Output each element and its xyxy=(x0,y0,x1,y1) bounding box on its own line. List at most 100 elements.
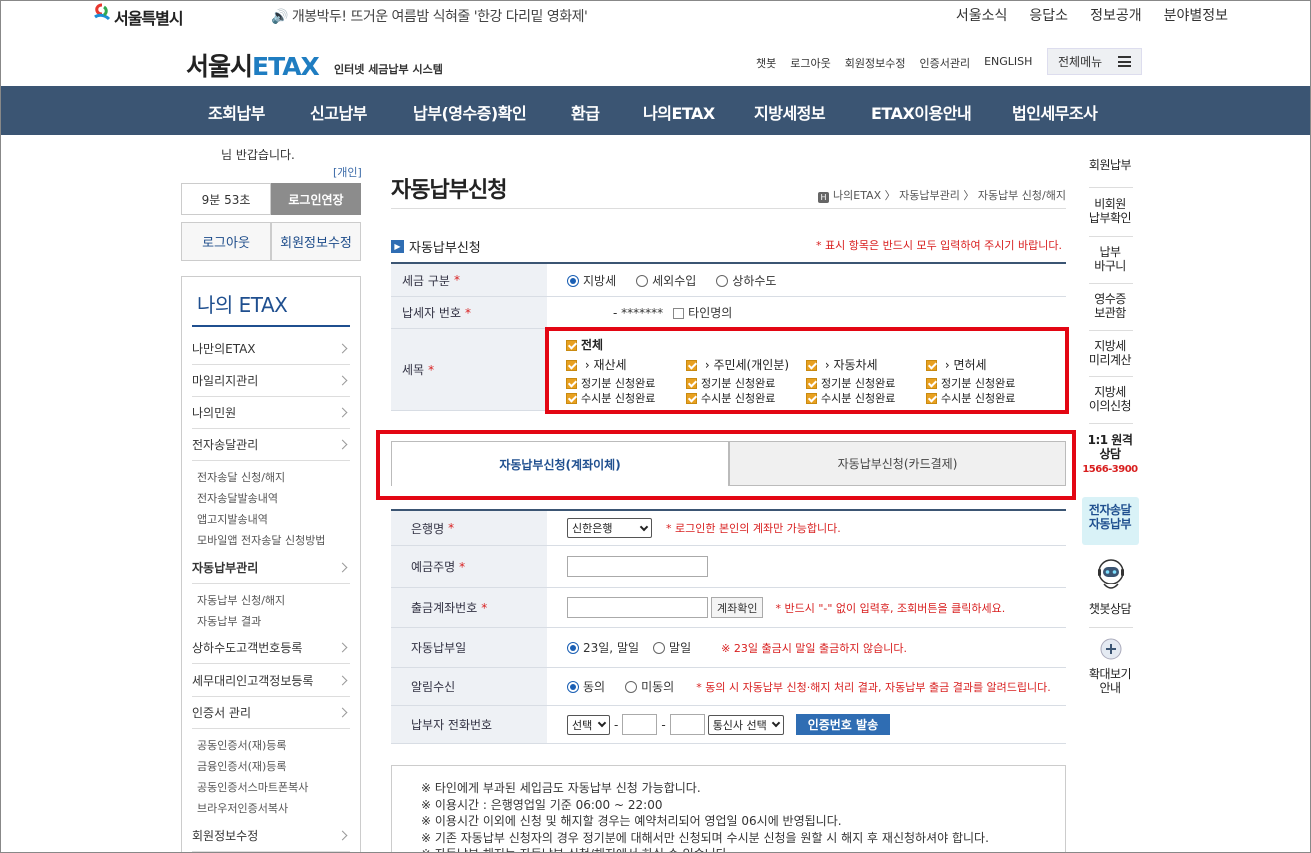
title-underline xyxy=(192,325,350,327)
quick-chatbot[interactable]: 챗봇상담 xyxy=(1082,602,1138,616)
account-cell: 계좌확인 * 반드시 "-" 없이 입력후, 조회버튼을 클릭하세요. xyxy=(547,588,1066,628)
account-number-input[interactable] xyxy=(567,597,708,618)
quick-member-pay[interactable]: 회원납부 xyxy=(1082,158,1138,172)
util-chatbot[interactable]: 챗봇 xyxy=(756,55,776,71)
radio-alarm-agree[interactable]: 동의 xyxy=(567,678,605,695)
arrow-right-icon: ▶ xyxy=(391,240,404,253)
radio-local-tax[interactable]: 지방세 xyxy=(567,272,616,289)
other-name-checkbox[interactable]: 타인명의 xyxy=(673,304,732,321)
nav-receipt[interactable]: 납부(영수증)확인 xyxy=(413,100,527,124)
sub-esong-app-history[interactable]: 앱고지발송내역 xyxy=(197,511,268,527)
plus-circle-icon[interactable] xyxy=(1100,638,1122,660)
nav-etax-guide[interactable]: ETAX이용안내 xyxy=(871,100,972,124)
sub-esong-apply[interactable]: 전자송달 신청/해지 xyxy=(197,469,285,485)
quick-objection[interactable]: 지방세 이의신청 xyxy=(1082,385,1138,413)
top-link-response[interactable]: 응답소 xyxy=(1029,5,1068,25)
taxpayer-no-cell: - ******* 타인명의 xyxy=(547,297,1066,329)
highlight-box-items xyxy=(545,327,1069,414)
side-menu-member-edit[interactable]: 회원정보수정 xyxy=(192,821,350,852)
holder-header: 예금주명 * xyxy=(391,546,547,588)
edit-member-button[interactable]: 회원정보수정 xyxy=(271,222,361,261)
phone-label: 납부자 전화번호 xyxy=(411,718,493,732)
nav-my-etax[interactable]: 나의ETAX xyxy=(643,100,715,124)
alarm-label: 알림수신 xyxy=(411,680,456,694)
account-holder-input[interactable] xyxy=(567,556,708,577)
side-menu-auto-pay[interactable]: 자동납부관리 xyxy=(192,553,350,584)
payday-cell: 23일, 말일 말일 ※ 23일 출금시 말일 출금하지 않습니다. xyxy=(547,628,1066,668)
nav-report-pay[interactable]: 신고납부 xyxy=(310,100,367,124)
chatbot-icon[interactable] xyxy=(1095,556,1127,596)
home-icon[interactable]: H xyxy=(818,192,829,203)
sub-cert-browser[interactable]: 브라우저인증서복사 xyxy=(197,800,288,816)
quick-zoom-guide[interactable]: 확대보기 안내 xyxy=(1082,667,1138,695)
side-menu-e-delivery[interactable]: 전자송달관리 xyxy=(192,430,350,461)
radio-payday-end[interactable]: 말일 xyxy=(653,639,691,656)
side-menu-tax-agent[interactable]: 세무대리인고객정보등록 xyxy=(192,666,350,697)
side-menu-water[interactable]: 상하수도고객번호등록 xyxy=(192,633,350,664)
side-menu-my-etax[interactable]: 나만의ETAX xyxy=(192,334,350,365)
nav-inquiry-pay[interactable]: 조회납부 xyxy=(208,100,265,124)
nav-corp-audit[interactable]: 법인세무조사 xyxy=(1012,100,1098,124)
side-menu-cert[interactable]: 인증서 관리 xyxy=(192,698,350,729)
sub-esong-mobile[interactable]: 모바일앱 전자송달 신청방법 xyxy=(197,532,325,548)
chevron-down-icon xyxy=(639,522,649,531)
nav-refund[interactable]: 환급 xyxy=(571,100,600,124)
divider xyxy=(1089,187,1133,188)
logout-button[interactable]: 로그아웃 xyxy=(181,222,271,261)
bank-select[interactable]: 신한은행 xyxy=(567,518,652,538)
top-link-news[interactable]: 서울소식 xyxy=(956,5,1008,25)
note-line: ※ 이용시간 이외에 신청 및 해지할 경우는 예약처리되어 영업일 06시에 … xyxy=(421,814,842,828)
radio-nontax[interactable]: 세외수입 xyxy=(636,272,696,289)
quick-precalc[interactable]: 지방세 미리계산 xyxy=(1082,339,1138,367)
seoul-logo-icon[interactable] xyxy=(91,3,113,25)
sub-esong-history[interactable]: 전자송달발송내역 xyxy=(197,490,278,506)
util-english[interactable]: ENGLISH xyxy=(984,55,1032,71)
side-menu-label: 상하수도고객번호등록 xyxy=(192,641,303,655)
account-label: 출금계좌번호 xyxy=(411,601,478,615)
phone-middle-input[interactable] xyxy=(622,714,658,735)
top-link-fields[interactable]: 분야별정보 xyxy=(1164,5,1228,25)
quick-remote-support[interactable]: 1:1 원격 상담 xyxy=(1082,433,1138,461)
side-menu-petition[interactable]: 나의민원 xyxy=(192,398,350,429)
util-cert[interactable]: 인증서관리 xyxy=(919,55,970,71)
etax-brand[interactable]: 서울시ETAX xyxy=(186,47,320,83)
sub-cert-phone[interactable]: 공동인증서스마트폰복사 xyxy=(197,779,308,795)
sub-auto-apply[interactable]: 자동납부 신청/해지 xyxy=(197,592,285,608)
login-extend-button[interactable]: 로그인연장 xyxy=(271,183,361,215)
radio-payday-23[interactable]: 23일, 말일 xyxy=(567,639,639,656)
notice-banner[interactable]: 🔊 개봉박두! 뜨거운 여름밤 식혀줄 '한강 다리밑 영화제' xyxy=(271,6,588,26)
chevron-right-icon xyxy=(337,642,348,653)
quick-esong-autopay[interactable]: 전자송달 자동납부 xyxy=(1082,503,1138,531)
holder-cell xyxy=(547,546,1066,588)
util-edit-member[interactable]: 회원정보수정 xyxy=(845,55,906,71)
payday-note: ※ 23일 출금시 말일 출금하지 않습니다. xyxy=(721,641,907,655)
sub-auto-result[interactable]: 자동납부 결과 xyxy=(197,613,261,629)
top-link-info[interactable]: 정보공개 xyxy=(1090,5,1142,25)
seoul-logo-text[interactable]: 서울특별시 xyxy=(114,5,184,29)
side-menu-mileage[interactable]: 마일리지관리 xyxy=(192,366,350,397)
sub-cert-joint[interactable]: 공동인증서(재)등록 xyxy=(197,737,287,753)
quick-guest-pay-check[interactable]: 비회원 납부확인 xyxy=(1082,197,1138,225)
send-auth-button[interactable]: 인증번호 발송 xyxy=(795,714,891,735)
carrier-select[interactable]: 통신사 선택 xyxy=(707,714,784,735)
radio-label: 상하수도 xyxy=(732,273,777,288)
quick-receipt-box[interactable]: 영수증 보관함 xyxy=(1082,292,1138,320)
radio-water[interactable]: 상하수도 xyxy=(716,272,776,289)
divider xyxy=(1089,330,1133,331)
util-logout[interactable]: 로그아웃 xyxy=(790,55,830,71)
quick-basket[interactable]: 납부 바구니 xyxy=(1082,245,1138,273)
alarm-header: 알림수신 xyxy=(391,668,547,706)
radio-alarm-disagree[interactable]: 미동의 xyxy=(625,678,674,695)
chevron-right-icon xyxy=(337,830,348,841)
nav-local-tax[interactable]: 지방세정보 xyxy=(754,100,826,124)
breadcrumb-text: 나의ETAX 〉 자동납부관리 〉 자동납부 신청/해지 xyxy=(833,189,1066,202)
phone-last-input[interactable] xyxy=(669,714,705,735)
all-menu-button[interactable]: 전체메뉴 xyxy=(1047,48,1142,75)
phone-dash: - xyxy=(661,717,666,732)
hamburger-icon xyxy=(1118,56,1131,67)
phone-prefix-select[interactable]: 선택 xyxy=(567,714,610,735)
radio-icon xyxy=(716,274,729,287)
account-check-button[interactable]: 계좌확인 xyxy=(711,597,764,618)
chevron-down-icon xyxy=(771,718,780,728)
sub-cert-finance[interactable]: 금융인증서(재)등록 xyxy=(197,758,287,774)
